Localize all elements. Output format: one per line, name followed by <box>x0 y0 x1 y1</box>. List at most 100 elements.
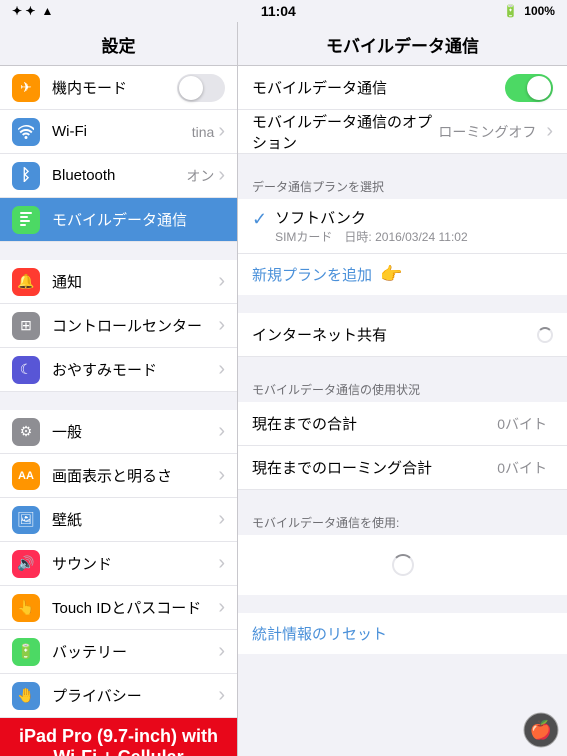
softbank-plan-row[interactable]: ✓ ソフトバンク SIMカード 日時: 2016/03/24 11:02 <box>238 199 567 254</box>
plan-name: ソフトバンク <box>275 207 553 228</box>
sidebar-item-control[interactable]: ⊞ コントロールセンター <box>0 304 237 348</box>
battery-icon: 🔋 <box>503 4 518 18</box>
add-plan-label: 新規プランを追加 <box>252 264 372 285</box>
device-banner: iPad Pro (9.7-inch) with Wi-Fi + Cellula… <box>0 718 237 756</box>
sound-chevron <box>214 552 225 575</box>
sidebar-item-label-general: 一般 <box>52 421 214 442</box>
touchid-chevron <box>214 596 225 619</box>
sidebar-item-mobile[interactable]: モバイルデータ通信 <box>0 198 237 242</box>
sidebar-item-label-display: 画面表示と明るさ <box>52 465 214 486</box>
sidebar-title: 設定 <box>0 22 237 65</box>
apple-watermark: 🍎 <box>523 712 559 748</box>
notify-chevron <box>214 270 225 293</box>
data-plan-header-text: データ通信プランを選択 <box>252 180 384 194</box>
total-usage-value: 0バイト <box>497 414 547 434</box>
wallpaper-icon: 🖼 <box>12 506 40 534</box>
mobile-icon <box>12 206 40 234</box>
general-chevron <box>214 420 225 443</box>
sidebar-item-sound[interactable]: 🔊 サウンド <box>0 542 237 586</box>
apps-usage-section-header: モバイルデータ通信を使用: <box>238 508 567 535</box>
internet-sharing-row[interactable]: インターネット共有 <box>238 313 567 357</box>
roaming-usage-label: 現在までのローミング合計 <box>252 457 497 478</box>
bluetooth-icon: ᛒ <box>12 162 40 190</box>
reset-label: 統計情報のリセット <box>252 626 387 643</box>
apps-usage-header-text: モバイルデータ通信を使用: <box>252 516 399 530</box>
mobile-data-row[interactable]: モバイルデータ通信 <box>238 66 567 110</box>
sidebar-item-label-notify: 通知 <box>52 271 214 292</box>
sidebar-item-battery[interactable]: 🔋 バッテリー <box>0 630 237 674</box>
sidebar-item-notify[interactable]: 🔔 通知 <box>0 260 237 304</box>
data-plan-section: ✓ ソフトバンク SIMカード 日時: 2016/03/24 11:02 新規プ… <box>238 199 567 295</box>
sidebar-item-label-airplane: 機内モード <box>52 77 177 98</box>
touchid-icon: 👆 <box>12 594 40 622</box>
apps-loading-spinner <box>392 554 414 576</box>
wifi-status-icon: ▲ <box>41 4 53 18</box>
sidebar-item-label-battery: バッテリー <box>52 641 214 662</box>
add-plan-row[interactable]: 新規プランを追加 👉 <box>238 254 567 295</box>
airplane-icon: ✈ <box>12 74 40 102</box>
signal-icon: ✦ ✦ <box>12 4 35 18</box>
sidebar-section-1: ✈ 機内モード Wi-Fi tina ᛒ Bluetooth オン <box>0 66 237 242</box>
sidebar-item-value-wifi: tina <box>192 124 215 140</box>
total-usage-label: 現在までの合計 <box>252 413 497 434</box>
sidebar-item-airplane[interactable]: ✈ 機内モード <box>0 66 237 110</box>
moon-chevron <box>214 358 225 381</box>
apps-usage-section <box>238 535 567 595</box>
mobile-data-options-label: モバイルデータ通信のオプション <box>252 111 438 153</box>
content-gap-4 <box>238 490 567 508</box>
sidebar: 設定 ✈ 機内モード Wi-Fi tina <box>0 22 238 756</box>
mobile-data-toggle[interactable] <box>505 74 553 102</box>
sidebar-gap-1 <box>0 242 237 260</box>
battery-percent: 100% <box>524 4 555 18</box>
usage-header-text: モバイルデータ通信の使用状況 <box>252 383 420 397</box>
status-left: ✦ ✦ ▲ <box>12 4 53 18</box>
options-chevron <box>542 120 553 143</box>
content-gap-5 <box>238 595 567 613</box>
status-bar: ✦ ✦ ▲ 11:04 🔋 100% <box>0 0 567 22</box>
sidebar-item-privacy[interactable]: 🤚 プライバシー <box>0 674 237 718</box>
wifi-chevron <box>214 120 225 143</box>
sidebar-item-label-bluetooth: Bluetooth <box>52 167 182 184</box>
notify-icon: 🔔 <box>12 268 40 296</box>
internet-sharing-label: インターネット共有 <box>252 324 537 345</box>
content-gap-1 <box>238 154 567 172</box>
sidebar-item-label-privacy: プライバシー <box>52 685 214 706</box>
sidebar-gap-2 <box>0 392 237 410</box>
internet-sharing-spinner <box>537 327 553 343</box>
sidebar-item-bluetooth[interactable]: ᛒ Bluetooth オン <box>0 154 237 198</box>
sidebar-item-value-bluetooth: オン <box>186 166 214 186</box>
airplane-toggle[interactable] <box>177 74 225 102</box>
sidebar-item-general[interactable]: ⚙ 一般 <box>0 410 237 454</box>
sidebar-item-touchid[interactable]: 👆 Touch IDとパスコード <box>0 586 237 630</box>
hand-point-icon: 👉 <box>380 264 402 285</box>
privacy-icon: 🤚 <box>12 682 40 710</box>
sound-icon: 🔊 <box>12 550 40 578</box>
mobile-data-options-row[interactable]: モバイルデータ通信のオプション ローミングオフ <box>238 110 567 154</box>
sidebar-item-label-moon: おやすみモード <box>52 359 214 380</box>
sidebar-item-label-mobile: モバイルデータ通信 <box>52 209 225 230</box>
sidebar-item-wifi[interactable]: Wi-Fi tina <box>0 110 237 154</box>
sidebar-section-2: 🔔 通知 ⊞ コントロールセンター ☾ おやすみモード <box>0 260 237 392</box>
usage-section-header: モバイルデータ通信の使用状況 <box>238 375 567 402</box>
bluetooth-chevron <box>214 164 225 187</box>
control-icon: ⊞ <box>12 312 40 340</box>
status-time: 11:04 <box>261 3 296 19</box>
general-icon: ⚙ <box>12 418 40 446</box>
sidebar-item-display[interactable]: AA 画面表示と明るさ <box>0 454 237 498</box>
sidebar-item-wallpaper[interactable]: 🖼 壁紙 <box>0 498 237 542</box>
status-right: 🔋 100% <box>503 4 555 18</box>
sidebar-item-label-wifi: Wi-Fi <box>52 123 188 140</box>
content-title: モバイルデータ通信 <box>238 22 567 65</box>
mobile-data-section: モバイルデータ通信 モバイルデータ通信のオプション ローミングオフ <box>238 66 567 154</box>
roaming-usage-value: 0バイト <box>497 458 547 478</box>
plan-info: ソフトバンク SIMカード 日時: 2016/03/24 11:02 <box>275 207 553 245</box>
mobile-data-options-value: ローミングオフ <box>438 122 536 142</box>
sidebar-section-3: ⚙ 一般 AA 画面表示と明るさ 🖼 壁紙 🔊 サウンド 👆 To <box>0 410 237 718</box>
sidebar-item-label-touchid: Touch IDとパスコード <box>52 597 214 618</box>
wallpaper-chevron <box>214 508 225 531</box>
svg-text:🍎: 🍎 <box>530 719 552 740</box>
wifi-icon <box>12 118 40 146</box>
mobile-data-label: モバイルデータ通信 <box>252 77 505 98</box>
sidebar-item-moon[interactable]: ☾ おやすみモード <box>0 348 237 392</box>
reset-row[interactable]: 統計情報のリセット <box>238 613 567 654</box>
